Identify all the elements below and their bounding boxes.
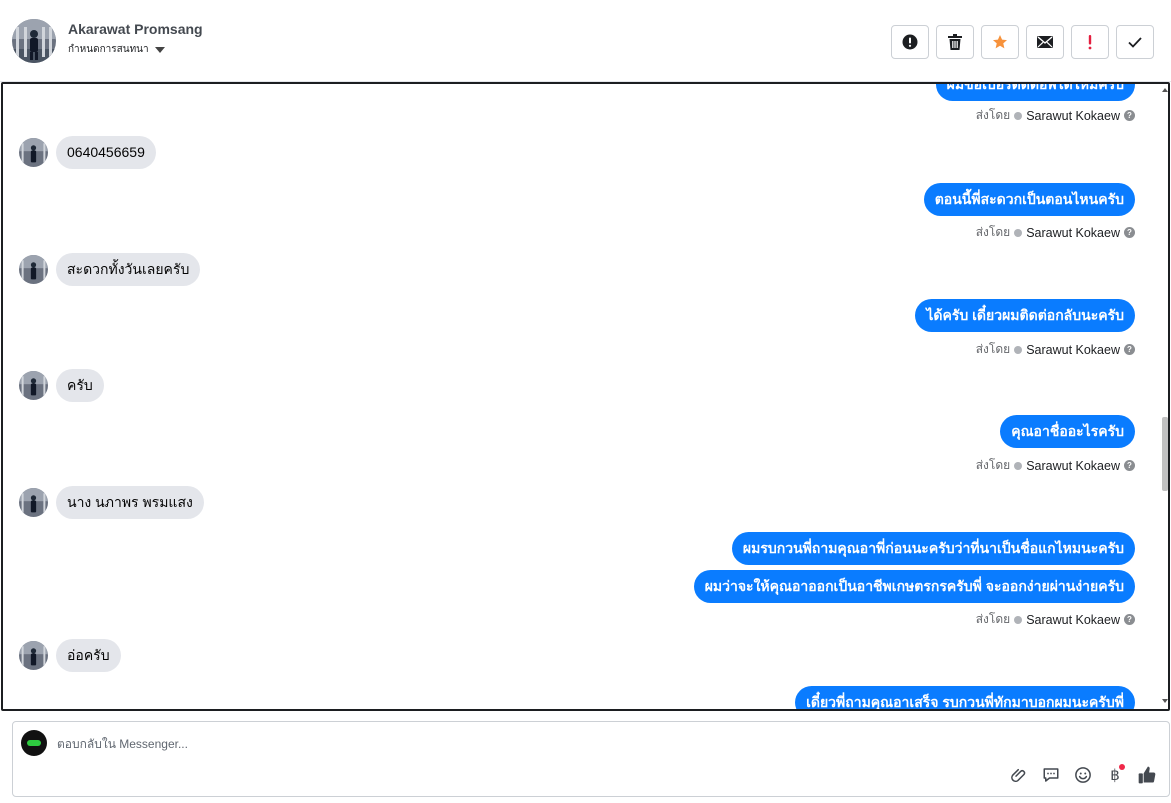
mark-unread-button[interactable] bbox=[1026, 25, 1064, 59]
contact-avatar-small bbox=[19, 488, 48, 517]
important-button[interactable] bbox=[1071, 25, 1109, 59]
incoming-message[interactable]: นาง นภาพร พรมแสง bbox=[19, 486, 204, 519]
thread-scrollbar[interactable] bbox=[1160, 84, 1168, 709]
outgoing-message[interactable]: ผมรบกวนพี่ถามคุณอาพี่ก่อนนะครับว่าที่นาเ… bbox=[731, 532, 1135, 565]
sent-by-line: ส่งโดย Sarawut Kokaew ? bbox=[976, 106, 1135, 125]
message-bubble: ตอนนี้พี่สะดวกเป็นตอนไหนครับ bbox=[923, 183, 1135, 216]
incoming-message[interactable]: สะดวกทั้งวันเลยครับ bbox=[19, 253, 201, 286]
incoming-message[interactable]: อ่อครับ bbox=[19, 639, 121, 672]
page-avatar bbox=[21, 730, 47, 756]
caret-down-icon bbox=[154, 46, 165, 53]
verified-icon bbox=[1014, 345, 1023, 354]
delete-button[interactable] bbox=[936, 25, 974, 59]
sent-by-prefix: ส่งโดย bbox=[975, 108, 1011, 122]
verified-icon bbox=[1014, 111, 1023, 120]
sender-name: Sarawut Kokaew bbox=[1026, 225, 1120, 240]
message-bubble: คุณอาชื่ออะไรครับ bbox=[1000, 415, 1135, 448]
contact-text: Akarawat Promsang กำหนดการสนทนา bbox=[68, 21, 203, 57]
star-button[interactable] bbox=[981, 25, 1019, 59]
scroll-up-arrow-icon[interactable] bbox=[1162, 88, 1168, 92]
help-icon[interactable]: ? bbox=[1124, 227, 1135, 238]
message-bubble: เดี๋ยวพี่ถามคุณอาเสร็จ รบกวนพี่ทักมาบอกผ… bbox=[795, 686, 1135, 709]
contact-info: Akarawat Promsang กำหนดการสนทนา bbox=[12, 19, 203, 63]
contact-name[interactable]: Akarawat Promsang bbox=[68, 21, 203, 37]
contact-avatar[interactable] bbox=[12, 19, 56, 63]
outgoing-message[interactable]: คุณอาชื่ออะไรครับ bbox=[1000, 415, 1135, 448]
trash-icon bbox=[948, 34, 962, 50]
outgoing-message[interactable]: ผมขอเบอร์ติดต่อพี่ได้ไหมครับ bbox=[935, 84, 1135, 101]
sent-by-line: ส่งโดย Sarawut Kokaew ? bbox=[976, 610, 1135, 629]
thumbs-up-icon[interactable] bbox=[1137, 764, 1157, 786]
message-bubble: ผมขอเบอร์ติดต่อพี่ได้ไหมครับ bbox=[935, 84, 1135, 101]
conversation-header: Akarawat Promsang กำหนดการสนทนา bbox=[0, 0, 1171, 82]
help-icon[interactable]: ? bbox=[1124, 460, 1135, 471]
message-bubble: ได้ครับ เดี๋ยวผมติดต่อกลับนะครับ bbox=[915, 299, 1135, 332]
outgoing-message[interactable]: ได้ครับ เดี๋ยวผมติดต่อกลับนะครับ bbox=[915, 299, 1135, 332]
message-bubble: ผมว่าจะให้คุณอาออกเป็นอาชีพเกษตรกรครับพี… bbox=[693, 570, 1135, 603]
paperclip-icon[interactable] bbox=[1009, 764, 1029, 786]
spam-button[interactable] bbox=[891, 25, 929, 59]
sent-by-prefix: ส่งโดย bbox=[975, 225, 1011, 239]
outgoing-message[interactable]: ตอนนี้พี่สะดวกเป็นตอนไหนครับ bbox=[923, 183, 1135, 216]
sent-by-line: ส่งโดย Sarawut Kokaew ? bbox=[976, 340, 1135, 359]
message-bubble: ครับ bbox=[56, 369, 104, 402]
message-bubble: สะดวกทั้งวันเลยครับ bbox=[56, 253, 201, 286]
reply-input[interactable]: ตอบกลับใน Messenger... bbox=[57, 735, 188, 754]
sent-by-prefix: ส่งโดย bbox=[975, 612, 1011, 626]
done-button[interactable] bbox=[1116, 25, 1154, 59]
incoming-message[interactable]: ครับ bbox=[19, 369, 104, 402]
scroll-down-arrow-icon[interactable] bbox=[1162, 699, 1168, 703]
sender-name: Sarawut Kokaew bbox=[1026, 612, 1120, 627]
help-icon[interactable]: ? bbox=[1124, 614, 1135, 625]
assign-label: กำหนดการสนทนา bbox=[68, 44, 149, 55]
verified-icon bbox=[1014, 228, 1023, 237]
contact-avatar-small bbox=[19, 255, 48, 284]
inbox-conversation-view: Akarawat Promsang กำหนดการสนทนา ผมขอเบอร… bbox=[0, 0, 1171, 803]
composer-tools: ฿ bbox=[1009, 764, 1157, 786]
message-thread[interactable]: ผมขอเบอร์ติดต่อพี่ได้ไหมครับ ส่งโดย Sara… bbox=[1, 82, 1170, 711]
incoming-message[interactable]: 0640456659 bbox=[19, 136, 156, 169]
sender-name: Sarawut Kokaew bbox=[1026, 458, 1120, 473]
envelope-icon bbox=[1037, 36, 1053, 48]
verified-icon bbox=[1014, 615, 1023, 624]
verified-icon bbox=[1014, 461, 1023, 470]
contact-avatar-small bbox=[19, 138, 48, 167]
outgoing-message[interactable]: ผมว่าจะให้คุณอาออกเป็นอาชีพเกษตรกรครับพี… bbox=[693, 570, 1135, 603]
contact-avatar-small bbox=[19, 641, 48, 670]
notification-dot bbox=[1119, 764, 1125, 770]
sent-by-prefix: ส่งโดย bbox=[975, 342, 1011, 356]
sender-name: Sarawut Kokaew bbox=[1026, 342, 1120, 357]
checkmark-icon bbox=[1128, 36, 1142, 48]
baht-icon[interactable]: ฿ bbox=[1105, 764, 1125, 786]
message-bubble: อ่อครับ bbox=[56, 639, 121, 672]
alert-circle-icon bbox=[902, 34, 918, 50]
sent-by-prefix: ส่งโดย bbox=[975, 458, 1011, 472]
message-bubble: นาง นภาพร พรมแสง bbox=[56, 486, 204, 519]
chat-bubble-icon[interactable] bbox=[1041, 764, 1061, 786]
outgoing-message[interactable]: เดี๋ยวพี่ถามคุณอาเสร็จ รบกวนพี่ทักมาบอกผ… bbox=[795, 686, 1135, 709]
sender-name: Sarawut Kokaew bbox=[1026, 108, 1120, 123]
help-icon[interactable]: ? bbox=[1124, 344, 1135, 355]
message-bubble: ผมรบกวนพี่ถามคุณอาพี่ก่อนนะครับว่าที่นาเ… bbox=[731, 532, 1135, 565]
help-icon[interactable]: ? bbox=[1124, 110, 1135, 121]
emoji-icon[interactable] bbox=[1073, 764, 1093, 786]
star-icon bbox=[993, 35, 1007, 49]
conversation-toolbar bbox=[891, 25, 1154, 59]
reply-composer: ตอบกลับใน Messenger... ฿ bbox=[12, 721, 1170, 797]
sent-by-line: ส่งโดย Sarawut Kokaew ? bbox=[976, 456, 1135, 475]
exclamation-icon bbox=[1088, 35, 1092, 50]
sent-by-line: ส่งโดย Sarawut Kokaew ? bbox=[976, 223, 1135, 242]
baht-symbol: ฿ bbox=[1110, 766, 1120, 784]
message-bubble: 0640456659 bbox=[56, 136, 156, 169]
scroll-thumb[interactable] bbox=[1162, 417, 1168, 491]
assign-conversation-dropdown[interactable]: กำหนดการสนทนา bbox=[68, 42, 203, 57]
contact-avatar-small bbox=[19, 371, 48, 400]
